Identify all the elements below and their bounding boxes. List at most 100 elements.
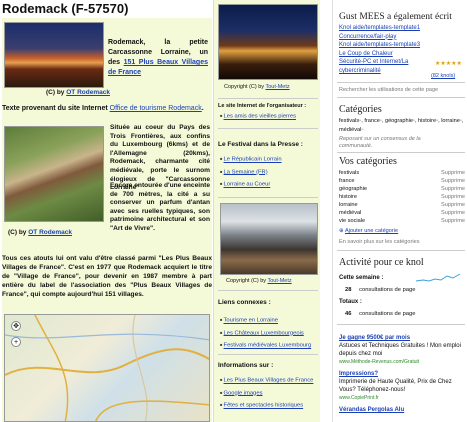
your-cat-row: lorraine Supprime [339, 201, 465, 209]
total-stat: 46 consultations de page [345, 310, 415, 318]
ad-url-2[interactable]: www.CopiePrint.fr [339, 394, 465, 402]
remove-category-button[interactable]: Supprime [441, 217, 465, 225]
your-categories-list: festivals Supprime france Supprime géograp… [339, 169, 465, 225]
tout-metz-link[interactable]: Tout-Metz [265, 84, 289, 90]
activity-heading: Activité pour ce knol [339, 257, 424, 268]
sidebar-right: Gust MEES a également écrit Knol aide/te… [332, 0, 467, 422]
remove-category-button[interactable]: Supprime [441, 193, 465, 201]
your-categories-heading: Vos catégories [339, 156, 397, 167]
info-link-plus-beaux[interactable]: Les Plus Beaux Villages de France [224, 378, 314, 384]
amis-vieilles-pierres-link[interactable]: Les amis des vieilles pierres [224, 114, 297, 120]
your-cat-row: histoire Supprime [339, 193, 465, 201]
gust-link-chaleur[interactable]: Le Coup de Chaleur [339, 51, 393, 57]
press-heading: Le Festival dans la Presse : [218, 141, 303, 148]
description-3: Tous ces atouts lui ont valu d'être clas… [2, 255, 212, 298]
ad-block: Je gagne 9500€ par mois Astuces et Techn… [339, 334, 465, 414]
tag-remove-icon[interactable]: ▫ [361, 127, 363, 133]
remove-category-button[interactable]: Supprime [441, 209, 465, 217]
related-link-tourisme[interactable]: Tourisme en Lorraine [224, 318, 278, 324]
categories-tags: festivals▫, france▫, géographie▫, histoi… [339, 118, 464, 133]
press-links-list: Le Républicain Lorrain La Semaine (FR) L… [220, 153, 282, 191]
add-icon: ⊕ [339, 228, 344, 234]
caption-prefix: (C) by [46, 89, 65, 96]
map-widget[interactable]: ✥ + [4, 314, 210, 422]
search-usage-link[interactable]: Rechercher les utilisations de cette pag… [339, 86, 438, 94]
gust-link-concurrence[interactable]: Concurrence/fair-play [339, 34, 396, 40]
ad-url-1[interactable]: www.Méthode-Revenus.com/Gratuit [339, 358, 465, 366]
sidebar-middle: Copyright (C) by Tout-Metz Le site Inter… [213, 0, 320, 422]
week-unit: consultations de page [359, 287, 416, 293]
add-category-link[interactable]: Ajouter une catégorie [345, 228, 398, 234]
gust-heading: Gust MEES a également écrit [339, 12, 452, 22]
add-category-row: ⊕ Ajouter une catégorie [339, 227, 398, 235]
aerial-photo[interactable] [4, 126, 104, 222]
total-label: Totaux : [339, 299, 362, 305]
remove-category-button[interactable]: Supprime [441, 201, 465, 209]
related-link-chateaux[interactable]: Les Châteaux Luxembourgeois [224, 330, 304, 336]
festival-night-photo[interactable] [218, 4, 318, 80]
cat-tag-medieval[interactable]: médiéval [339, 127, 361, 133]
categories-note: Reposant sur un consensus de la communau… [339, 136, 421, 149]
tag-remove-icon[interactable]: ▫ [359, 118, 361, 124]
related-heading: Liens connexes : [218, 299, 271, 306]
cat-tag-lorraine[interactable]: lorraine [441, 118, 460, 124]
your-cat-label: france [339, 178, 355, 184]
gust-link-securite[interactable]: Sécurité-PC et Internet/La cybercriminal… [339, 59, 408, 74]
your-cat-label: histoire [339, 194, 358, 200]
map-zoom-in-icon[interactable]: + [11, 337, 21, 347]
press-link-republicain[interactable]: Le Républicain Lorrain [224, 157, 282, 163]
map-pan-icon[interactable]: ✥ [11, 321, 21, 331]
tag-remove-icon[interactable]: ▫ [380, 118, 382, 124]
rating-stars-icon: ★★★★★ [435, 61, 462, 67]
total-unit: consultations de page [359, 311, 416, 317]
learn-more-link[interactable]: En savoir plus sur les catégories [339, 238, 420, 246]
your-cat-row: médiéval Supprime [339, 209, 465, 217]
your-cat-label: vie sociale [339, 218, 366, 224]
gust-links: Knol aide/templates-template1 Concurrenc… [339, 24, 439, 76]
tag-remove-icon[interactable]: ▫ [460, 118, 462, 124]
ad-body-1: Astuces et Techniques Gratuites ! Mon em… [339, 343, 461, 357]
photo1-caption: (C) by OT Rodemack [46, 89, 110, 96]
cat-tag-festivals[interactable]: festivals [339, 118, 359, 124]
press-link-lorraine-coeur[interactable]: Lorraine au Coeur [224, 182, 271, 188]
info-links-list: Les Plus Beaux Villages de France Google… [220, 374, 314, 412]
copyright-2: Copyright (C) by Tout-Metz [226, 278, 292, 284]
castle-photo[interactable] [4, 22, 104, 88]
site-links-list: Les amis des vieilles pierres [220, 110, 297, 123]
cat-tag-histoire[interactable]: histoire [418, 118, 436, 124]
page-title: Rodemack (F-57570) [2, 1, 129, 16]
ot-rodemack-link-2[interactable]: OT Rodemack [28, 229, 72, 236]
cat-tag-france[interactable]: france [364, 118, 380, 124]
tag-remove-icon[interactable]: ▫ [436, 118, 438, 124]
remove-category-button[interactable]: Supprime [441, 185, 465, 193]
your-cat-row: vie sociale Supprime [339, 217, 465, 225]
your-cat-row: festivals Supprime [339, 169, 465, 177]
plus-beaux-villages-link[interactable]: 151 Plus Beaux Villages de France [108, 59, 208, 76]
knights-photo[interactable] [220, 203, 318, 275]
info-link-google-images[interactable]: Google images [224, 390, 263, 396]
gust-link-template3[interactable]: Knol aide/templates-template3 [339, 42, 420, 48]
cat-tag-geographie[interactable]: géographie [385, 118, 413, 124]
ad-title-3[interactable]: Vérandas Pergolas Alu [339, 406, 465, 414]
knols-count-link[interactable]: (82 knols) [431, 72, 455, 80]
ad-title-1[interactable]: Je gagne 9500€ par mois [339, 334, 465, 342]
tout-metz-link-2[interactable]: Tout-Metz [267, 278, 291, 284]
categories-heading: Catégories [339, 104, 382, 115]
office-tourisme-link[interactable]: Office de tourisme Rodemack [110, 105, 202, 112]
press-link-semaine[interactable]: La Semaine (FR) [224, 169, 268, 175]
total-value: 46 [345, 311, 352, 317]
related-link-festivals[interactable]: Festivals médiévales Luxembourg [224, 343, 312, 349]
ad-title-2[interactable]: Impressions? [339, 370, 465, 378]
your-cat-row: france Supprime [339, 177, 465, 185]
your-cat-row: géographie Supprime [339, 185, 465, 193]
copyright-prefix: Copyright (C) by [224, 84, 265, 90]
ot-rodemack-link[interactable]: OT Rodemack [66, 89, 110, 96]
description-2: Encore entourée d'une enceinte de 700 mè… [110, 182, 210, 232]
tag-remove-icon[interactable]: ▫ [413, 118, 415, 124]
gust-link-template1[interactable]: Knol aide/templates-template1 [339, 25, 420, 31]
remove-category-button[interactable]: Supprime [441, 177, 465, 185]
week-label: Cette semaine : [339, 275, 384, 281]
info-link-fetes[interactable]: Fêtes et spectacles historiques [224, 403, 304, 409]
remove-category-button[interactable]: Supprime [441, 169, 465, 177]
your-cat-label: festivals [339, 170, 360, 176]
